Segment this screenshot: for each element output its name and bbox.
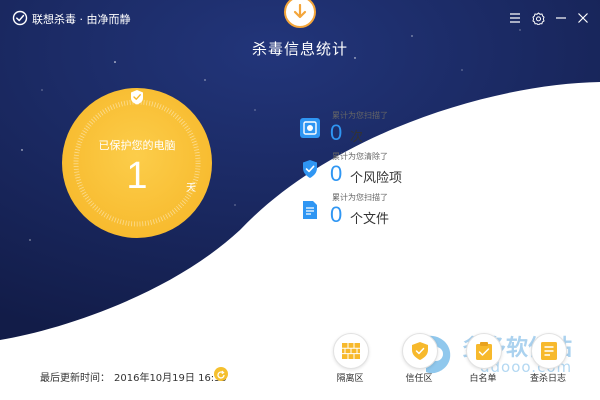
stat-scan-count: 累计为您扫描了 0 次	[300, 110, 560, 150]
app-title: 联想杀毒 · 由净而静	[32, 13, 131, 26]
menu-button[interactable]	[505, 8, 525, 28]
protection-days-value: 1	[126, 155, 148, 197]
tool-scan-log[interactable]: 查杀日志	[523, 333, 575, 385]
tool-label: 查杀日志	[529, 374, 566, 384]
stat-files-scanned: 累计为您扫描了 0 个文件	[300, 192, 560, 232]
tool-label: 隔离区	[336, 374, 364, 384]
trust-shield-icon	[412, 342, 428, 360]
protection-days-unit: 天	[186, 183, 196, 194]
document-icon	[303, 201, 317, 219]
stat-unit: 个文件	[350, 212, 390, 227]
tool-label: 白名单	[469, 374, 497, 384]
tool-label: 信任区	[405, 374, 433, 384]
tool-whitelist-button[interactable]	[466, 333, 502, 369]
last-update: 最后更新时间： 2016年10月19日 16:35	[40, 369, 231, 384]
close-button[interactable]	[573, 8, 593, 28]
page-title: 杀毒信息统计	[251, 40, 348, 58]
tool-trust-zone-button[interactable]	[402, 333, 438, 369]
stat-value: 0	[330, 161, 343, 186]
close-icon	[578, 13, 588, 23]
refresh-icon	[217, 370, 225, 379]
scan-icon	[300, 118, 320, 138]
download-arrow-icon	[293, 4, 307, 19]
stat-value: 0	[330, 202, 343, 227]
quarantine-wall-icon	[342, 343, 360, 359]
update-button[interactable]	[284, 0, 316, 28]
tool-trust-zone[interactable]: 信任区	[394, 333, 446, 385]
log-icon	[541, 342, 557, 360]
last-update-label: 最后更新时间：	[40, 373, 110, 384]
menu-icon	[510, 13, 520, 23]
tool-scan-log-button[interactable]	[531, 333, 567, 369]
settings-button[interactable]	[528, 8, 548, 28]
stat-unit: 次	[350, 130, 364, 145]
whitelist-icon	[476, 342, 492, 360]
tool-quarantine[interactable]: 隔离区	[325, 333, 377, 385]
title-bar: 联想杀毒 · 由净而静	[0, 0, 600, 36]
stat-value: 0	[330, 120, 343, 145]
minimize-button[interactable]	[551, 8, 571, 28]
shield-check-icon	[303, 160, 317, 178]
protection-label: 已保护您的电脑	[98, 139, 176, 152]
refresh-update-button[interactable]	[214, 367, 228, 381]
tool-whitelist[interactable]: 白名单	[458, 333, 510, 385]
tool-quarantine-button[interactable]	[333, 333, 369, 369]
shield-check-icon	[12, 10, 28, 26]
minimize-icon	[556, 17, 566, 19]
settings-icon	[531, 11, 545, 25]
last-update-time: 2016年10月19日 16:35	[114, 373, 227, 384]
stat-unit: 个风险项	[350, 171, 403, 186]
stat-risks-cleared: 累计为您清除了 0 个风险项	[300, 151, 560, 191]
